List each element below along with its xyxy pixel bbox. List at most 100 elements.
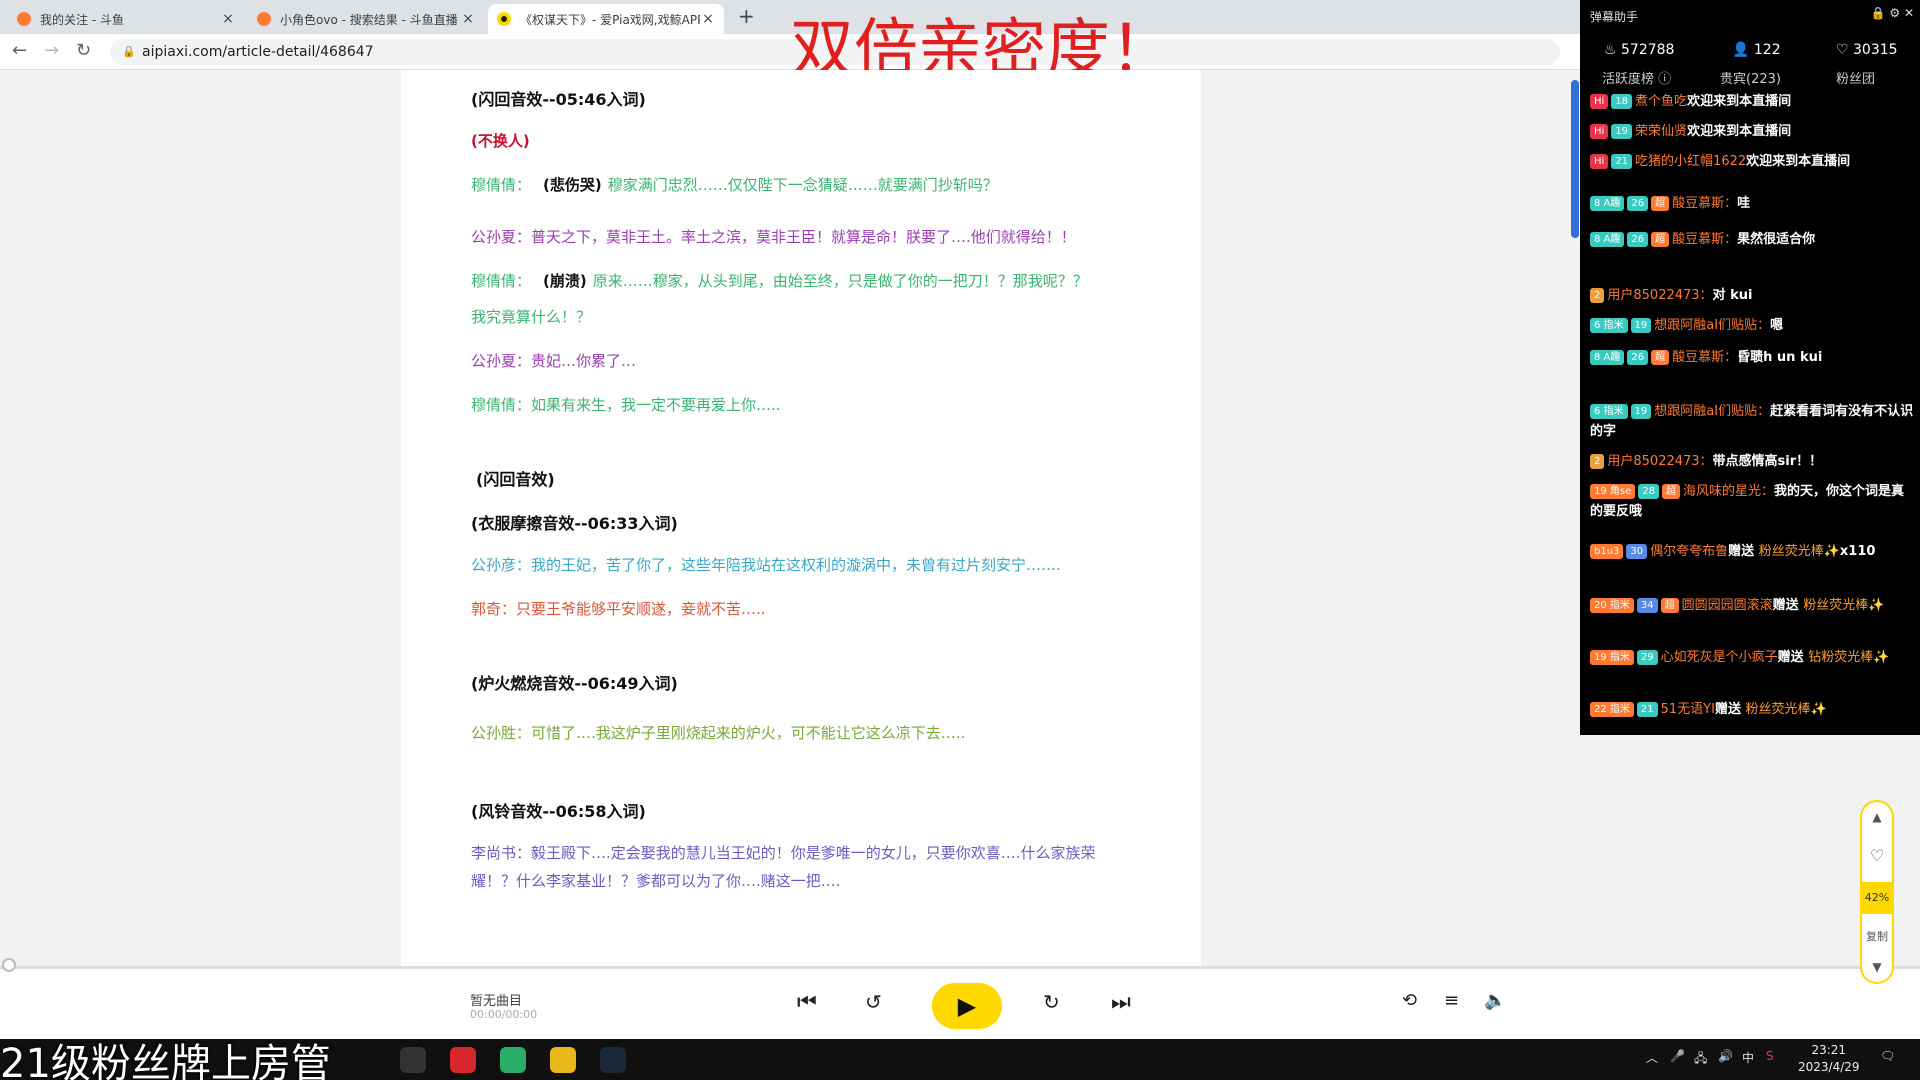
clock-date: 2023/4/29 <box>1798 1060 1860 1074</box>
lock-icon[interactable]: 🔒 <box>1871 6 1886 20</box>
netease-music-icon[interactable] <box>450 1047 476 1073</box>
microphone-icon[interactable]: 🎤 <box>1670 1049 1685 1063</box>
danmu-username[interactable]: 心如死灰是个小疯子 <box>1661 650 1778 665</box>
danmu-username[interactable]: 荣荣仙贤 <box>1635 124 1687 139</box>
danmu-message: Hi 21 吃猪的小红帽1622欢迎来到本直播间 <box>1590 152 1915 172</box>
url-text: aipiaxi.com/article-detail/468647 <box>142 44 374 60</box>
user-badge: 19 <box>1630 404 1652 419</box>
danmu-text: 欢迎来到本直播间 <box>1687 94 1792 109</box>
clock-time: 23:21 <box>1811 1043 1847 1057</box>
copy-button[interactable]: 复制 <box>1862 928 1892 944</box>
people-stat: 👤 122 <box>1732 42 1781 58</box>
tab-label: 活跃度榜 <box>1602 72 1655 87</box>
danmu-username[interactable]: 想跟阿融aI们贴贴： <box>1654 404 1770 419</box>
speaker-name: 穆倩倩： <box>471 396 532 414</box>
panel-controls: 🔒 ⚙ ✕ <box>1871 6 1914 20</box>
ime-indicator[interactable]: 中 <box>1742 1049 1754 1066</box>
tab-close-icon[interactable]: × <box>700 11 716 27</box>
forward-arrow-icon[interactable]: → <box>44 40 59 61</box>
player-progress-track[interactable] <box>0 958 1920 972</box>
forward-15-icon[interactable]: ↻ <box>1043 990 1060 1014</box>
sogou-icon[interactable]: S <box>1766 1049 1774 1063</box>
new-tab-plus-icon[interactable]: + <box>738 4 755 28</box>
user-badge: 19 <box>1611 124 1633 139</box>
close-icon[interactable]: ✕ <box>1904 6 1914 20</box>
danmu-username[interactable]: 偶尔夸夸布鲁 <box>1650 544 1728 559</box>
danmu-username[interactable]: 海风味的星光： <box>1683 484 1774 499</box>
gift-icon: ✨ <box>1868 598 1885 613</box>
wechat-icon[interactable] <box>500 1047 526 1073</box>
speaker-name: 公孙夏： <box>471 228 532 246</box>
danmu-text: 嗯 <box>1770 318 1784 333</box>
owl-app-icon[interactable] <box>550 1047 576 1073</box>
progress-handle[interactable] <box>2 958 16 972</box>
previous-track-icon[interactable]: ⏮ <box>797 990 817 1015</box>
danmu-username[interactable]: 吃猪的小红帽1622 <box>1635 154 1746 169</box>
play-button[interactable]: ▶ <box>932 983 1002 1029</box>
tab-aipiaxi[interactable]: 《权谋天下》- 爱Pia戏网,戏鲸APP × <box>488 4 724 34</box>
reload-icon[interactable]: ↻ <box>76 40 91 61</box>
user-badge: Hi <box>1590 124 1609 139</box>
danmu-message: 19 角se 28 超海风味的星光：我的天，你这个词是真的要反哦 <box>1590 482 1915 522</box>
dialogue-line: 耀！？什么李家基业！？爹都可以为了你….赌这一把…. <box>471 870 841 891</box>
dialogue-line: 公孙胜：可惜了….我这炉子里刚烧起来的炉火，可不能让它这么凉下去….. <box>471 722 965 743</box>
tab-douyu-search[interactable]: 小角色ovo - 搜索结果 - 斗鱼直播 × <box>248 4 484 34</box>
danmu-username[interactable]: 酸豆慕斯： <box>1672 196 1737 211</box>
tab-activity-rank[interactable]: 活跃度榜 ⓘ <box>1602 68 1671 87</box>
user-badge: 19 指米 <box>1590 650 1634 665</box>
tab-close-icon[interactable]: × <box>460 11 476 27</box>
app-taskbar-icon[interactable] <box>400 1047 426 1073</box>
danmu-username[interactable]: 51无语YI <box>1661 702 1715 717</box>
repeat-icon[interactable]: ⟲ <box>1402 990 1417 1011</box>
danmu-text: 欢迎来到本直播间 <box>1746 154 1851 169</box>
network-icon[interactable]: 🖧 <box>1694 1049 1707 1070</box>
danmu-username[interactable]: 圆圆园园圆滚滚 <box>1682 598 1773 613</box>
danmu-text: 赠送 <box>1777 650 1809 665</box>
scroll-up-icon[interactable]: ▲ <box>1862 810 1892 824</box>
settings-gear-icon[interactable]: ⚙ <box>1889 6 1900 20</box>
line-text: 我究竟算什么！？ <box>471 308 592 326</box>
user-badge: 超 <box>1651 350 1670 365</box>
danmu-username[interactable]: 煮个鱼吃 <box>1635 94 1687 109</box>
next-track-icon[interactable]: ⏭ <box>1111 990 1131 1015</box>
notification-icon[interactable]: 🗨 <box>1880 1049 1895 1063</box>
danmu-message: Hi 18 煮个鱼吃欢迎来到本直播间 <box>1590 92 1915 112</box>
danmu-username[interactable]: 用户85022473： <box>1607 288 1712 303</box>
favorite-heart-icon[interactable]: ♡ <box>1862 846 1892 865</box>
scroll-down-icon[interactable]: ▼ <box>1862 960 1892 974</box>
tab-fan-club[interactable]: 粉丝团 <box>1836 68 1875 87</box>
user-badge: 超 <box>1660 598 1679 613</box>
back-arrow-icon[interactable]: ← <box>12 40 27 61</box>
tab-close-icon[interactable]: × <box>220 11 236 27</box>
line-text: (不换人) <box>471 132 530 150</box>
sound-cue: (闪回音效--05:46入词) <box>471 86 646 110</box>
playlist-icon[interactable]: ≡ <box>1444 990 1459 1011</box>
danmu-message: 6 指米 19 想跟阿融aI们贴贴：赶紧看看词有没有不认识的字 <box>1590 402 1915 442</box>
danmu-username[interactable]: 想跟阿融aI们贴贴： <box>1654 318 1770 333</box>
tray-chevron-icon[interactable]: ︿ <box>1646 1049 1658 1066</box>
speaker-icon[interactable]: 🔊 <box>1718 1049 1733 1063</box>
danmu-username[interactable]: 酸豆慕斯： <box>1672 232 1737 247</box>
scroll-percent: 42% <box>1862 882 1892 914</box>
speaker-name: 穆倩倩： <box>471 176 532 194</box>
stage-direction: (悲伤哭) <box>543 176 602 194</box>
gift-icon: ✨ <box>1823 544 1840 559</box>
tab-douyu-follow[interactable]: 我的关注 - 斗鱼 × <box>8 4 244 34</box>
gift-name: 钻粉荧光棒 <box>1808 650 1874 665</box>
dialogue-line: 李尚书：毅王殿下….定会娶我的慧儿当王妃的！你是爹唯一的女儿，只要你欢喜….什么… <box>471 842 1096 863</box>
volume-icon[interactable]: 🔈 <box>1484 990 1506 1011</box>
line-text: (炉火燃烧音效--06:49入词) <box>471 674 678 693</box>
people-count: 122 <box>1753 42 1781 58</box>
danmu-username[interactable]: 酸豆慕斯： <box>1672 350 1737 365</box>
gift-name: 粉丝荧光棒 <box>1745 702 1811 717</box>
line-text: (闪回音效) <box>476 470 555 489</box>
danmu-username[interactable]: 用户85022473： <box>1607 454 1712 469</box>
sound-cue: (闪回音效) <box>476 466 555 490</box>
stage-direction: (崩溃) <box>543 272 587 290</box>
danmu-message: 2 用户85022473：带点感情高sir！！ <box>1590 452 1915 472</box>
rewind-15-icon[interactable]: ↺ <box>865 990 882 1014</box>
user-badge: 29 <box>1636 650 1658 665</box>
system-clock[interactable]: 23:21 2023/4/29 <box>1798 1042 1860 1076</box>
steam-icon[interactable] <box>600 1047 626 1073</box>
tab-vip[interactable]: 贵宾(223) <box>1720 68 1781 87</box>
